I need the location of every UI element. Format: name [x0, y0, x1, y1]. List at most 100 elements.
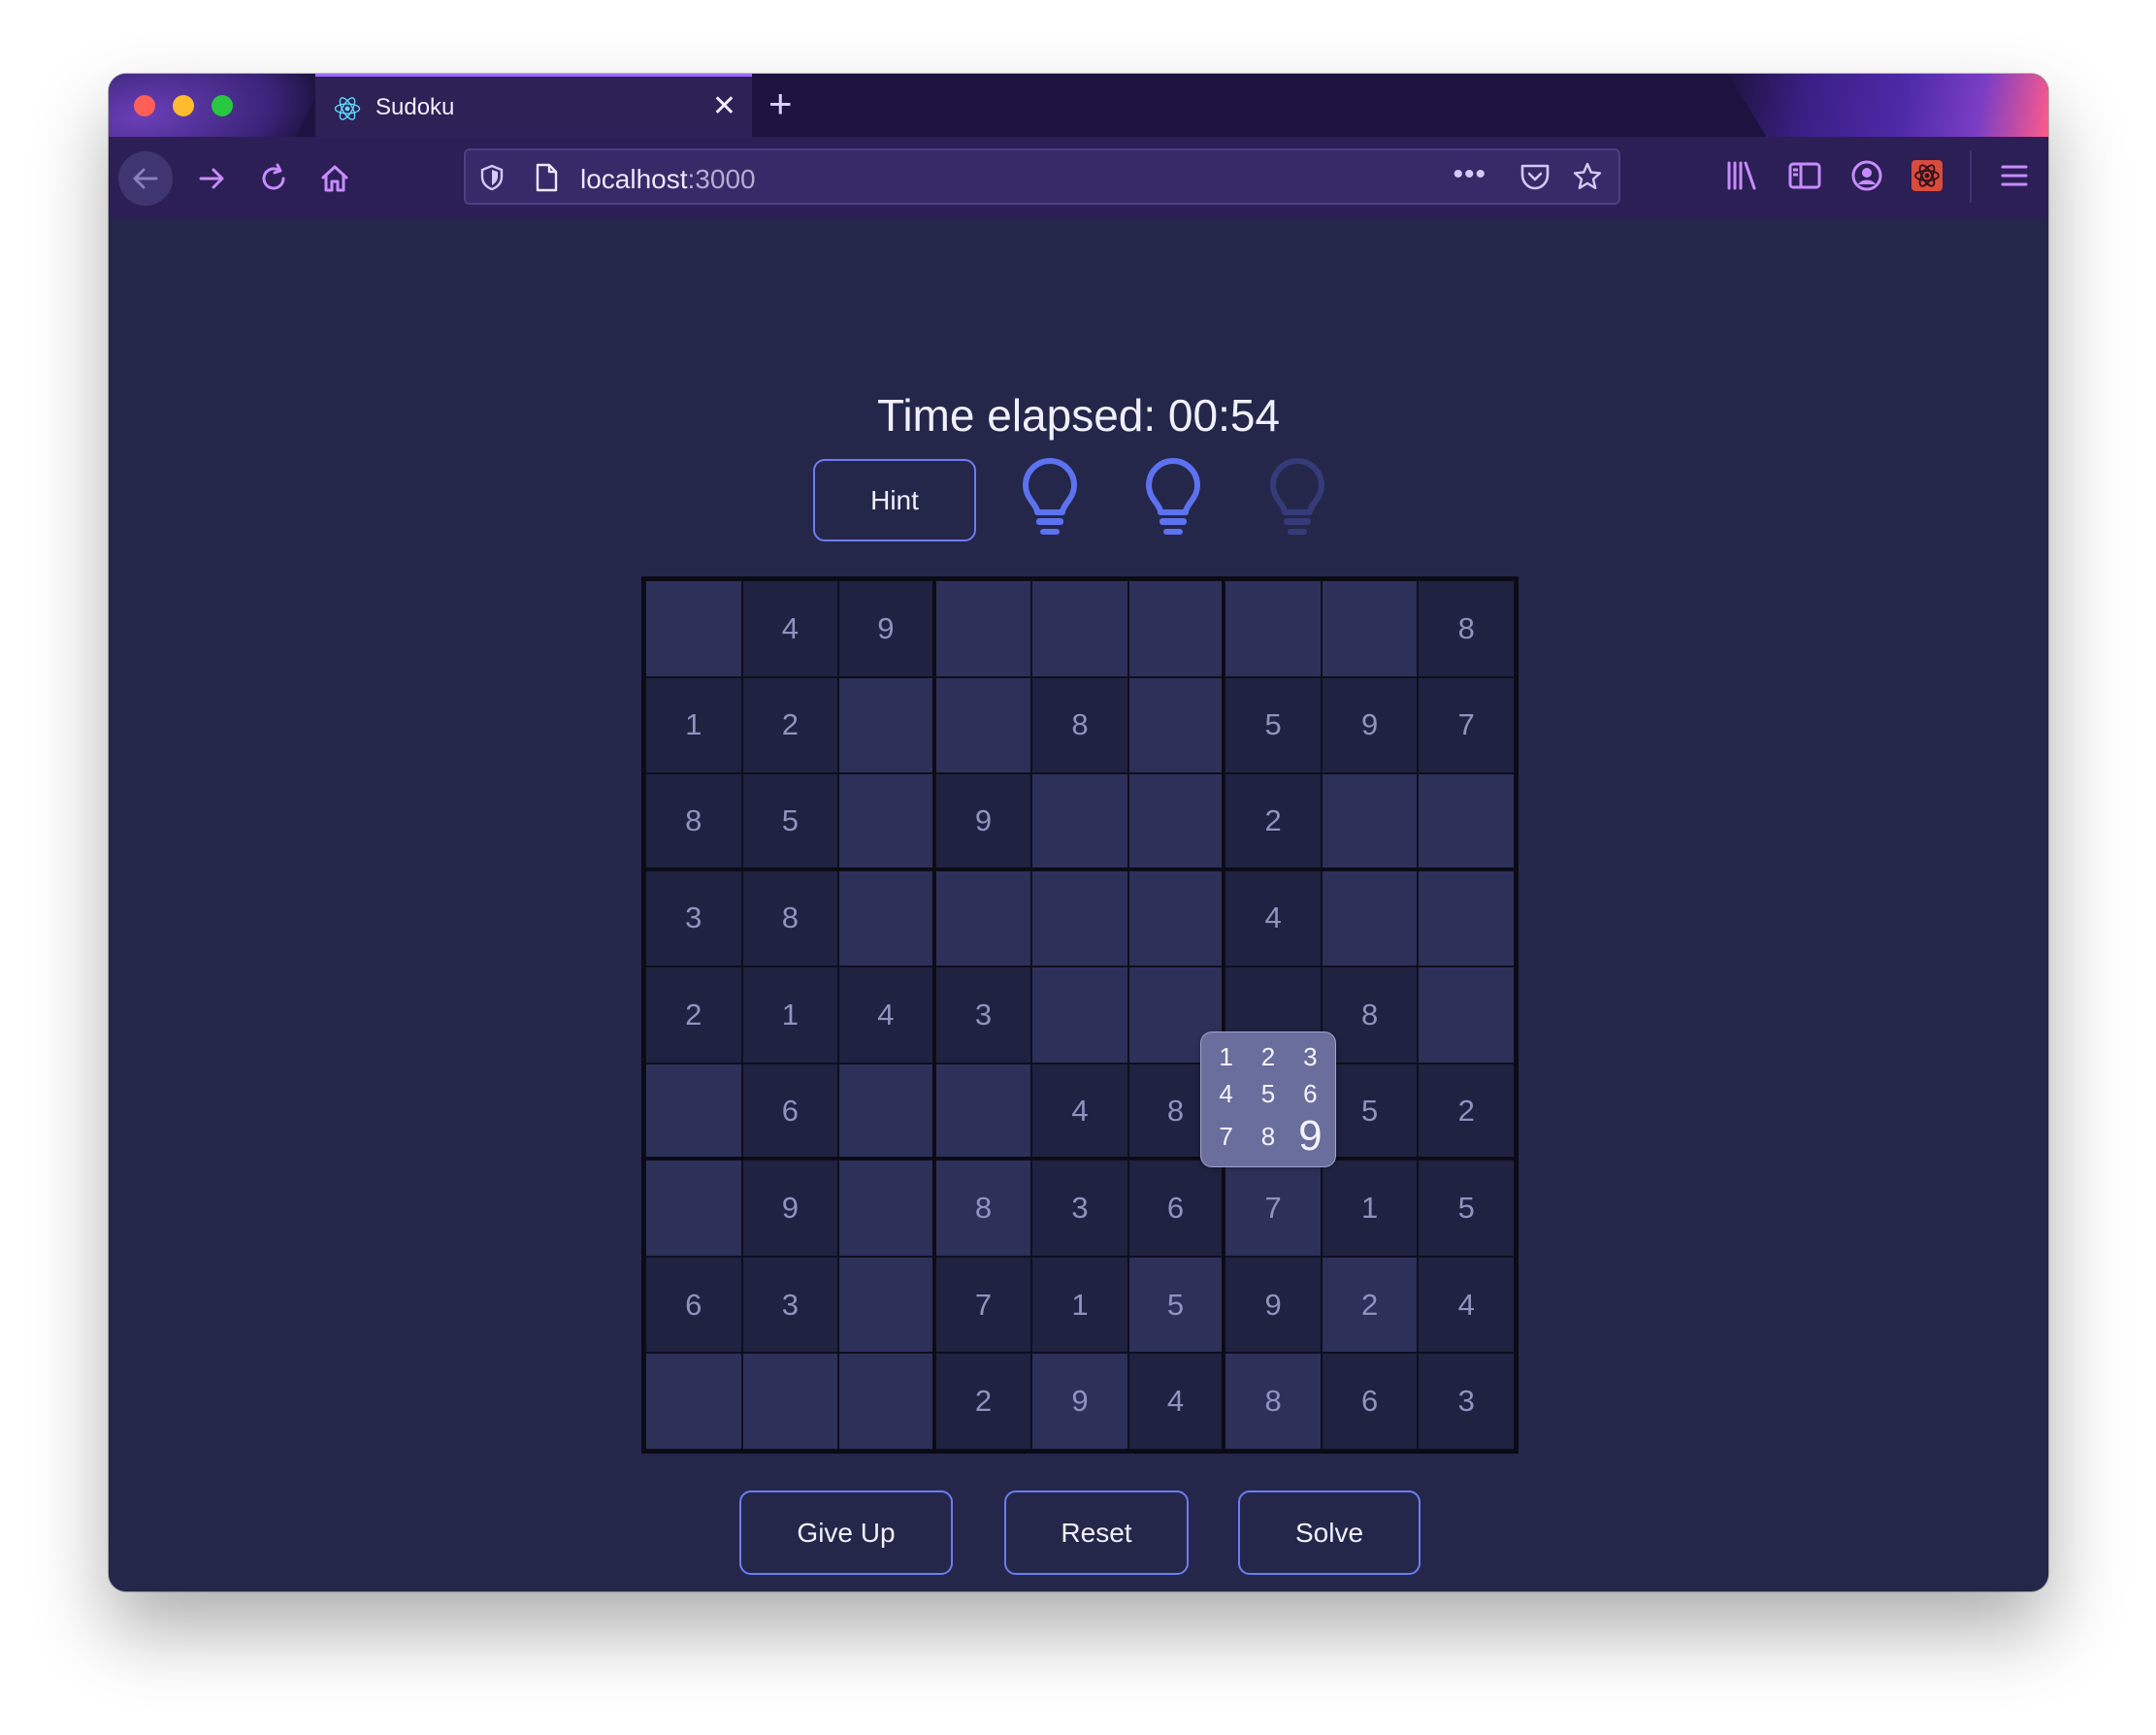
- hint-button[interactable]: Hint: [813, 459, 976, 541]
- grid-cell[interactable]: 2: [1418, 1063, 1515, 1161]
- grid-cell[interactable]: 9: [934, 773, 1032, 870]
- grid-cell[interactable]: 1: [645, 676, 742, 774]
- grid-cell[interactable]: 7: [1418, 676, 1515, 774]
- tab-sudoku[interactable]: Sudoku ✕: [315, 74, 752, 137]
- bookmark-star-icon[interactable]: [1572, 161, 1603, 192]
- grid-cell[interactable]: 8: [741, 869, 839, 967]
- grid-cell[interactable]: [1031, 869, 1128, 967]
- maximize-window-button[interactable]: [212, 95, 233, 116]
- shield-icon[interactable]: [479, 164, 505, 191]
- grid-cell[interactable]: 5: [741, 773, 839, 870]
- pocket-icon[interactable]: [1519, 162, 1551, 191]
- number-picker-option[interactable]: 7: [1205, 1112, 1247, 1161]
- grid-cell[interactable]: 3: [1418, 1353, 1515, 1450]
- grid-cell[interactable]: [838, 1063, 935, 1161]
- grid-cell[interactable]: 4: [1031, 1063, 1128, 1161]
- sidebar-icon[interactable]: [1787, 158, 1822, 193]
- reset-button[interactable]: Reset: [1004, 1490, 1189, 1575]
- grid-cell[interactable]: [1127, 869, 1225, 967]
- grid-cell[interactable]: [1127, 773, 1225, 870]
- grid-cell[interactable]: [1418, 773, 1515, 870]
- grid-cell[interactable]: 3: [1031, 1160, 1128, 1257]
- grid-cell[interactable]: 2: [1225, 773, 1322, 870]
- minimize-window-button[interactable]: [173, 95, 194, 116]
- url-text[interactable]: localhost:3000: [580, 164, 756, 195]
- number-picker-option[interactable]: 6: [1290, 1075, 1331, 1112]
- grid-cell[interactable]: [934, 676, 1032, 774]
- number-picker-option[interactable]: 9: [1290, 1112, 1331, 1161]
- grid-cell[interactable]: [1418, 869, 1515, 967]
- close-window-button[interactable]: [134, 95, 155, 116]
- grid-cell[interactable]: [838, 869, 935, 967]
- grid-cell[interactable]: [645, 1063, 742, 1161]
- library-icon[interactable]: [1724, 158, 1759, 193]
- grid-cell[interactable]: 1: [1031, 1256, 1128, 1354]
- number-picker-option[interactable]: 8: [1247, 1112, 1289, 1161]
- grid-cell[interactable]: 2: [934, 1353, 1032, 1450]
- solve-button[interactable]: Solve: [1238, 1490, 1421, 1575]
- grid-cell[interactable]: [1321, 773, 1419, 870]
- grid-cell[interactable]: [645, 1353, 742, 1450]
- grid-cell[interactable]: 4: [741, 580, 839, 677]
- grid-cell[interactable]: [1321, 869, 1419, 967]
- grid-cell[interactable]: 6: [645, 1256, 742, 1354]
- grid-cell[interactable]: [838, 1256, 935, 1354]
- grid-cell[interactable]: 9: [838, 580, 935, 677]
- grid-cell[interactable]: 4: [1418, 1256, 1515, 1354]
- grid-cell[interactable]: [1127, 580, 1225, 677]
- grid-cell[interactable]: 2: [645, 966, 742, 1064]
- number-picker-option[interactable]: 5: [1247, 1075, 1289, 1112]
- grid-cell[interactable]: 4: [1127, 1353, 1225, 1450]
- grid-cell[interactable]: 2: [1321, 1256, 1419, 1354]
- grid-cell[interactable]: 9: [1225, 1256, 1322, 1354]
- grid-cell[interactable]: [1031, 966, 1128, 1064]
- grid-cell[interactable]: 9: [1031, 1353, 1128, 1450]
- reload-button[interactable]: [246, 151, 301, 206]
- grid-cell[interactable]: [934, 580, 1032, 677]
- grid-cell[interactable]: 1: [1321, 1160, 1419, 1257]
- grid-cell[interactable]: 5: [1418, 1160, 1515, 1257]
- grid-cell[interactable]: 8: [645, 773, 742, 870]
- grid-cell[interactable]: [741, 1353, 839, 1450]
- grid-cell[interactable]: 5: [1127, 1256, 1225, 1354]
- grid-cell[interactable]: [1321, 580, 1419, 677]
- grid-cell[interactable]: 6: [1321, 1353, 1419, 1450]
- number-picker-option[interactable]: 4: [1205, 1075, 1247, 1112]
- grid-cell[interactable]: [838, 1353, 935, 1450]
- home-button[interactable]: [308, 151, 362, 206]
- grid-cell[interactable]: [1225, 580, 1322, 677]
- page-actions-more-icon[interactable]: •••: [1453, 158, 1486, 191]
- grid-cell[interactable]: [934, 1063, 1032, 1161]
- grid-cell[interactable]: 7: [1225, 1160, 1322, 1257]
- grid-cell[interactable]: 8: [1225, 1353, 1322, 1450]
- grid-cell[interactable]: [838, 1160, 935, 1257]
- grid-cell[interactable]: 8: [934, 1160, 1032, 1257]
- account-icon[interactable]: [1849, 158, 1884, 193]
- grid-cell[interactable]: 9: [741, 1160, 839, 1257]
- grid-cell[interactable]: [1418, 966, 1515, 1064]
- grid-cell[interactable]: 4: [1225, 869, 1322, 967]
- grid-cell[interactable]: 2: [741, 676, 839, 774]
- grid-cell[interactable]: [645, 580, 742, 677]
- grid-cell[interactable]: [934, 869, 1032, 967]
- back-button[interactable]: [118, 151, 173, 206]
- number-picker-option[interactable]: 3: [1290, 1038, 1331, 1075]
- grid-cell[interactable]: [838, 676, 935, 774]
- new-tab-button[interactable]: +: [768, 80, 793, 128]
- tab-close-icon[interactable]: ✕: [712, 90, 736, 123]
- give-up-button[interactable]: Give Up: [739, 1490, 953, 1575]
- grid-cell[interactable]: 4: [838, 966, 935, 1064]
- grid-cell[interactable]: 3: [934, 966, 1032, 1064]
- grid-cell[interactable]: [645, 1160, 742, 1257]
- number-picker-option[interactable]: 2: [1247, 1038, 1289, 1075]
- grid-cell[interactable]: 9: [1321, 676, 1419, 774]
- grid-cell[interactable]: 8: [1031, 676, 1128, 774]
- grid-cell[interactable]: [1031, 773, 1128, 870]
- hamburger-menu-icon[interactable]: [1997, 158, 2032, 193]
- grid-cell[interactable]: [1031, 580, 1128, 677]
- grid-cell[interactable]: 5: [1225, 676, 1322, 774]
- grid-cell[interactable]: 3: [645, 869, 742, 967]
- grid-cell[interactable]: 1: [741, 966, 839, 1064]
- grid-cell[interactable]: [838, 773, 935, 870]
- forward-button[interactable]: [184, 151, 239, 206]
